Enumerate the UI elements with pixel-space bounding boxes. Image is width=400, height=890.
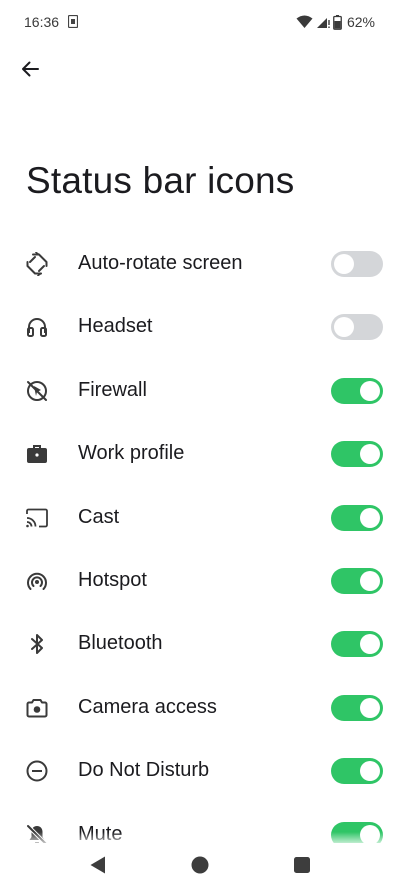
toggle-knob — [334, 317, 354, 337]
status-time: 16:36 — [24, 14, 60, 30]
navigation-bar — [0, 843, 400, 890]
setting-row-camera-access[interactable]: Camera access — [0, 676, 400, 740]
cast-icon — [26, 508, 48, 528]
headset-icon — [27, 318, 47, 337]
setting-label: Do Not Disturb — [78, 759, 210, 781]
toggle-knob — [360, 571, 380, 591]
setting-label: Work profile — [78, 442, 185, 464]
toggle-firewall[interactable] — [331, 378, 383, 404]
battery-icon — [333, 14, 342, 30]
toggle-hotspot[interactable] — [331, 568, 383, 594]
nav-back-triangle-icon[interactable] — [87, 853, 111, 877]
setting-row-headset[interactable]: Headset — [0, 295, 400, 359]
wifi-icon — [296, 15, 313, 28]
nav-home-circle-icon[interactable] — [188, 853, 212, 877]
setting-row-work-profile[interactable]: Work profile — [0, 422, 400, 486]
status-right-group: 62% — [296, 13, 375, 31]
battery-percent: 62% — [346, 14, 375, 30]
setting-label: Firewall — [78, 379, 147, 401]
toggle-knob — [360, 444, 380, 464]
do-not-disturb-icon — [26, 760, 48, 782]
sim-card-icon — [68, 15, 78, 28]
toggle-cast[interactable] — [331, 505, 383, 531]
bluetooth-icon — [31, 634, 43, 654]
toggle-knob — [360, 698, 380, 718]
toggle-knob — [334, 254, 354, 274]
toggle-knob — [360, 634, 380, 654]
nav-recents-square-icon[interactable] — [290, 853, 314, 877]
setting-label: Auto-rotate screen — [78, 252, 243, 274]
cellular-signal-icon — [316, 18, 330, 28]
settings-list: Auto-rotate screen Headset Firewall Work… — [0, 232, 400, 844]
arrow-back-icon — [22, 61, 39, 77]
firewall-icon — [27, 381, 47, 401]
auto-rotate-icon — [26, 252, 48, 276]
setting-row-auto-rotate[interactable]: Auto-rotate screen — [0, 232, 400, 296]
toggle-work-profile[interactable] — [331, 441, 383, 467]
setting-row-firewall[interactable]: Firewall — [0, 359, 400, 423]
setting-row-hotspot[interactable]: Hotspot — [0, 549, 400, 613]
toggle-knob — [360, 381, 380, 401]
back-button[interactable] — [14, 53, 46, 85]
hotspot-icon — [27, 572, 47, 590]
setting-label: Bluetooth — [78, 632, 163, 654]
setting-row-do-not-disturb[interactable]: Do Not Disturb — [0, 739, 400, 803]
setting-label: Headset — [78, 315, 153, 337]
briefcase-icon — [27, 445, 47, 463]
camera-icon — [26, 699, 48, 718]
toggle-knob — [360, 761, 380, 781]
toggle-auto-rotate[interactable] — [331, 251, 383, 277]
setting-label: Hotspot — [78, 569, 147, 591]
setting-row-bluetooth[interactable]: Bluetooth — [0, 612, 400, 676]
toggle-do-not-disturb[interactable] — [331, 758, 383, 784]
toggle-knob — [360, 508, 380, 528]
setting-label: Camera access — [78, 696, 217, 718]
setting-row-cast[interactable]: Cast — [0, 486, 400, 550]
toggle-bluetooth[interactable] — [331, 631, 383, 657]
toggle-camera-access[interactable] — [331, 695, 383, 721]
setting-label: Cast — [78, 506, 120, 528]
page-title: Status bar icons — [26, 160, 295, 201]
status-bar: 16:36 62% — [0, 0, 400, 44]
toggle-headset[interactable] — [331, 314, 383, 340]
